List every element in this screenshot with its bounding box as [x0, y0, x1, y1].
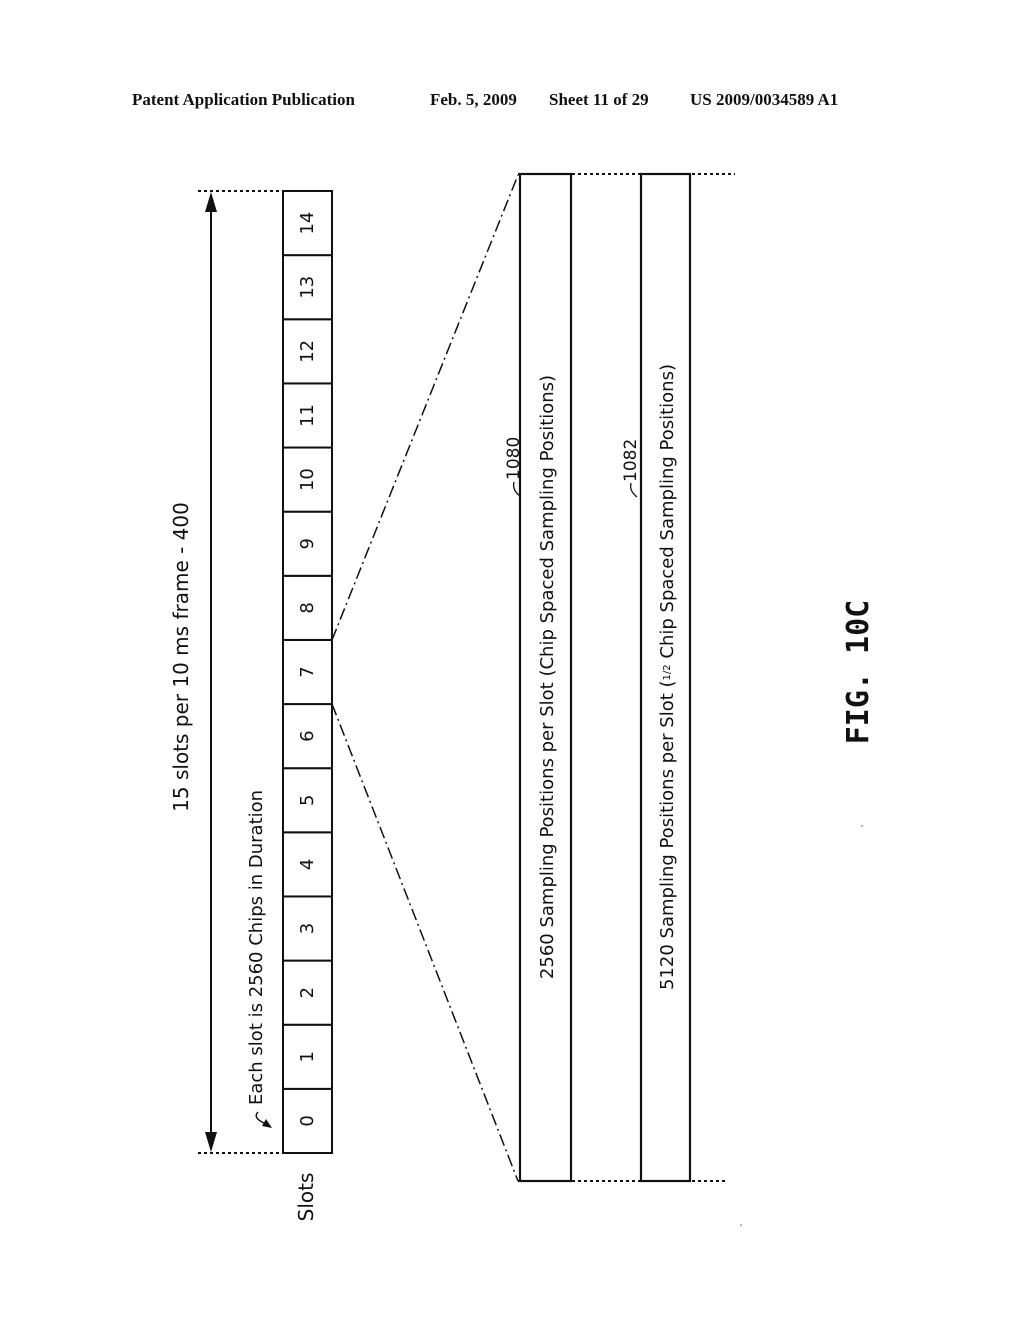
zoom-line-top	[331, 174, 519, 641]
slot-number: 0	[297, 1115, 318, 1126]
bar-1082-label-post: Chip Spaced Sampling Positions)	[657, 364, 678, 664]
slot-4: 4	[282, 831, 333, 898]
slot-number: 6	[297, 730, 318, 741]
slot-3: 3	[282, 895, 333, 962]
fraction-numerator: 1	[662, 674, 673, 680]
slot-6: 6	[282, 703, 333, 770]
frame-label: 15 slots per 10 ms frame - 400	[169, 502, 193, 812]
slot-number: 8	[297, 602, 318, 613]
bar-1082-label-pre: 5120 Sampling Positions per Slot (	[657, 680, 678, 990]
figure-title: FIG. 10C	[841, 600, 876, 745]
slot-1: 1	[282, 1023, 333, 1090]
slot-5: 5	[282, 767, 333, 834]
frame-length-arrow	[205, 192, 217, 1152]
arrow-up-icon	[205, 192, 217, 212]
slot-13: 13	[282, 254, 333, 321]
slot-number: 4	[297, 859, 318, 870]
slot-number: 14	[297, 212, 318, 235]
slot-number: 12	[297, 340, 318, 363]
slot-number: 3	[297, 923, 318, 934]
half-fraction: 1/2	[662, 664, 673, 680]
slot-14: 14	[282, 190, 333, 257]
slot-9: 9	[282, 510, 333, 577]
reference-1082-leader	[629, 482, 638, 498]
figure-10c: 15 slots per 10 ms frame - 400 Each slot…	[169, 172, 876, 1226]
slot-8: 8	[282, 574, 333, 641]
sampling-bar-1080: 2560 Sampling Positions per Slot (Chip S…	[518, 172, 573, 1183]
slot-number: 7	[297, 666, 318, 677]
slot-number: 13	[297, 276, 318, 299]
zoom-line-bottom	[331, 703, 519, 1182]
slot-number: 11	[297, 404, 318, 427]
sampling-bar-1082: 5120 Sampling Positions per Slot (1/2 Ch…	[639, 172, 692, 1183]
slot-number: 9	[297, 538, 318, 549]
reference-1082: 1082	[621, 439, 641, 482]
slot-10: 10	[282, 446, 333, 513]
slot-number: 5	[297, 795, 318, 806]
speck	[740, 1224, 742, 1226]
slots-axis-label: Slots	[294, 1173, 318, 1222]
slot-number: 10	[297, 468, 318, 491]
slot-column: 01234567891011121314	[282, 190, 333, 1155]
curved-pointer-icon	[255, 1111, 272, 1128]
slot-12: 12	[282, 318, 333, 385]
speck	[861, 825, 863, 827]
arrow-down-icon	[205, 1132, 217, 1152]
slot-0: 0	[282, 1087, 333, 1155]
slot-11: 11	[282, 382, 333, 449]
slot-7: 7	[282, 638, 333, 706]
slot-number: 1	[297, 1051, 318, 1062]
slot-2: 2	[282, 959, 333, 1026]
reference-1080: 1080	[504, 437, 524, 480]
slot-duration-label: Each slot is 2560 Chips in Duration	[246, 790, 267, 1105]
sampling-bar-1080-label: 2560 Sampling Positions per Slot (Chip S…	[537, 375, 558, 979]
slot-number: 2	[297, 987, 318, 998]
